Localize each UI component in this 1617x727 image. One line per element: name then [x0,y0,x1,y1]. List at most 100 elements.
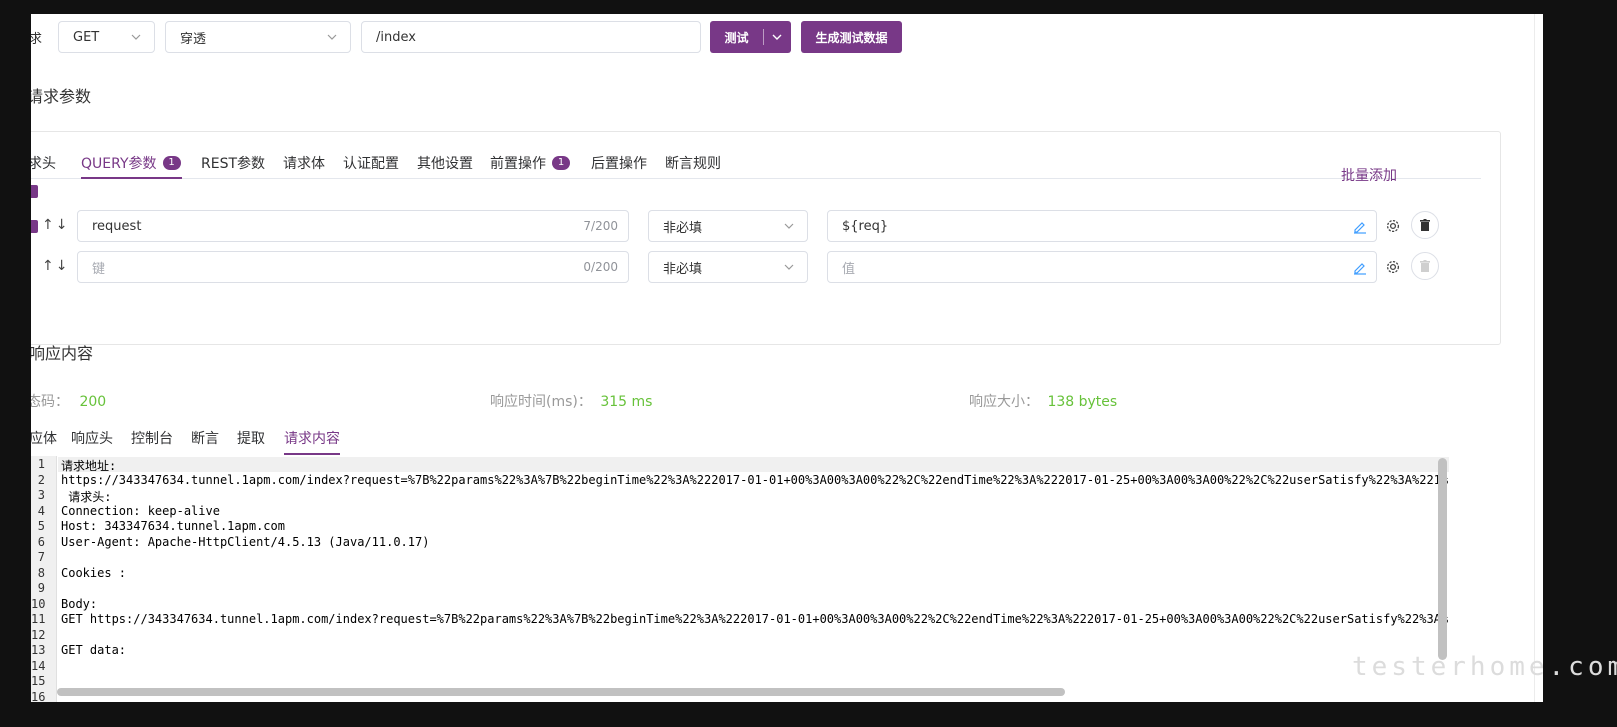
tab-rest-params[interactable]: REST参数 [201,153,265,173]
path-value: /index [376,29,416,45]
select-all-checkbox[interactable] [31,185,38,198]
tab-console[interactable]: 控制台 [131,428,173,448]
tab-request-body[interactable]: 请求体 [283,153,325,173]
params-section-title: 请求参数 [31,87,92,106]
tab-response-headers[interactable]: 响应头 [71,428,113,448]
response-section-title: 响应内容 [31,344,94,363]
line-number: 4 [37,503,45,518]
mode-value: 穿透 [180,31,207,47]
app-frame: 求 GET 穿透 /index 测试 生成测试数据 请求参数 求头 QUERY参… [31,14,1543,702]
line-number: 12 [31,627,46,642]
code-line: 请求地址: [61,459,117,473]
chevron-down-icon [784,264,794,270]
param-value-input[interactable]: ${req} [827,210,1377,242]
trash-icon [1420,260,1430,272]
line-number: 8 [37,565,45,580]
request-content-editor[interactable]: 1 请求地址: 2 https://343347634.tunnel.1apm.com… [31,456,1449,702]
key-char-count: 0/200 [583,260,618,274]
pre-ops-count-badge: 1 [552,156,570,170]
response-time: 响应时间(ms)： 315 ms [490,394,653,410]
line-number: 6 [37,534,45,549]
param-value-input[interactable]: 值 [827,251,1377,283]
code-line: User-Agent: Apache-HttpClient/4.5.13 (Ja… [61,534,430,549]
mode-select[interactable]: 穿透 [165,21,351,53]
tab-post-operations[interactable]: 后置操作 [591,153,647,173]
line-number: 13 [31,643,46,657]
tab-extract[interactable]: 提取 [237,428,265,448]
key-char-count: 7/200 [583,219,618,233]
tab-request-content[interactable]: 请求内容 [284,428,340,448]
required-select[interactable]: 非必填 [648,210,808,242]
line-number: 10 [31,596,46,611]
watermark-text: testerhome.com [1352,652,1617,682]
generate-test-data-button[interactable]: 生成测试数据 [801,21,902,53]
right-side-rail [1534,14,1543,702]
required-select[interactable]: 非必填 [648,251,808,283]
line-number: 11 [31,612,46,626]
status-code-value: 200 [79,394,107,410]
test-button-group: 测试 [710,21,791,53]
gear-icon[interactable] [1385,259,1401,275]
tab-query-params[interactable]: QUERY参数 1 [81,153,181,173]
param-key-input[interactable]: 键 0/200 [77,251,629,283]
response-tabs: 应体 响应头 控制台 断言 提取 请求内容 [31,428,431,456]
method-select[interactable]: GET [58,21,155,53]
edit-icon[interactable] [1352,218,1368,234]
param-value-placeholder: 值 [842,261,856,277]
active-tab-underline [81,177,182,179]
test-button[interactable]: 测试 [710,29,763,46]
code-line: Host: 343347634.tunnel.1apm.com [61,519,285,533]
vertical-scrollbar[interactable] [1438,458,1447,660]
request-label: 求 [31,32,43,47]
code-line: https://343347634.tunnel.1apm.com/index?… [61,472,1449,487]
response-size-value: 138 bytes [1047,394,1118,410]
tab-headers[interactable]: 求头 [31,153,56,173]
code-line: Body: [61,596,98,611]
tab-pre-operations[interactable]: 前置操作 1 [490,153,570,173]
horizontal-scrollbar[interactable] [57,688,1065,696]
reorder-arrows-icon[interactable]: ↑↓ [42,217,69,233]
code-line: 请求头: [61,490,112,504]
required-value: 非必填 [663,220,703,236]
reorder-arrows-icon[interactable]: ↑↓ [42,258,69,274]
param-key-value: request [92,218,142,234]
params-tabs: 求头 QUERY参数 1 REST参数 请求体 认证配置 其他设置 前置操作 1 后… [31,145,1481,179]
line-number: 1 [37,457,45,471]
chevron-down-icon [131,34,141,40]
response-time-value: 315 ms [600,394,653,410]
edit-icon[interactable] [1352,259,1368,275]
required-value: 非必填 [663,261,703,277]
line-number: 14 [31,658,46,673]
query-count-badge: 1 [162,156,181,170]
gear-icon[interactable] [1385,218,1401,234]
button-divider [763,29,764,45]
chevron-down-icon [327,34,337,40]
code-line: GET https://343347634.tunnel.1apm.com/in… [61,612,1449,626]
row-checkbox[interactable] [31,220,38,233]
param-key-input[interactable]: request 7/200 [77,210,629,242]
method-value: GET [73,29,100,45]
tab-response-body[interactable]: 应体 [31,428,57,448]
trash-icon [1420,219,1430,231]
active-line-highlight [58,457,1449,472]
delete-row-button[interactable] [1411,211,1439,239]
line-number: 2 [37,472,45,487]
delete-row-button[interactable] [1411,252,1439,280]
line-number: 9 [37,581,45,595]
tab-assertions[interactable]: 断言 [191,428,219,448]
tab-assertion-rules[interactable]: 断言规则 [665,153,721,173]
active-tab-underline [284,453,340,455]
code-line: Cookies : [61,565,127,580]
batch-add-link[interactable]: 批量添加 [1341,165,1397,185]
path-input[interactable]: /index [361,21,701,53]
chevron-down-icon [784,223,794,229]
tab-other-settings[interactable]: 其他设置 [417,153,473,173]
line-number: 15 [31,674,46,688]
status-code: 态码： 200 [31,394,107,410]
line-number: 7 [37,550,45,564]
code-line: GET data: [61,643,127,657]
tab-auth-config[interactable]: 认证配置 [343,153,399,173]
chevron-down-icon[interactable] [771,31,783,43]
line-number: 5 [37,519,45,533]
code-line: Connection: keep-alive [61,503,220,518]
